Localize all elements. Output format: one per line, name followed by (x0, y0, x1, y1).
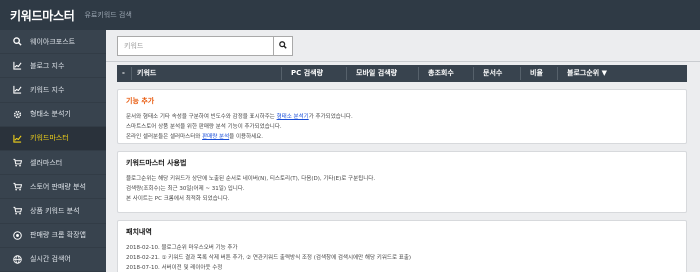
divider (106, 61, 700, 62)
column-separator (473, 67, 474, 80)
sidebar-item-morpheme-analyzer[interactable]: 형태소 분석기 (0, 103, 106, 127)
card-title: 키워드마스터 사용법 (126, 159, 187, 167)
search-input[interactable] (117, 36, 273, 56)
column-separator (281, 67, 282, 80)
results-table-header: - 키워드 PC 검색량 모바일 검색량 총조회수 문서수 비율 블로그순위 ▼ (117, 65, 687, 82)
notice-text: 문서와 형태소 기타 속성을 구분하여 빈도수와 감정을 표시하주는 (126, 114, 277, 120)
patch-notes-card: 패치내역 2018-02-10. 블로그순위 마우스오버 기능 추가 2018-… (117, 220, 687, 272)
column-separator (418, 67, 419, 80)
sidebar-item-seller-master[interactable]: 셀러마스터 (0, 151, 106, 176)
sidebar-item-keyword-master[interactable]: 키워드마스터 (0, 126, 106, 151)
app-subtitle: 유료키워드 검색 (84, 11, 132, 19)
sidebar-item-label: 셀러마스터 (30, 158, 63, 167)
column-header-total-views[interactable]: 총조회수 (428, 65, 454, 82)
sidebar-item-store-sales[interactable]: 스토어 판매량 분석 (0, 175, 106, 200)
chart-icon (12, 85, 22, 95)
patch-line: 2018-02-10. 블로그순위 마우스오버 기능 추가 (126, 245, 238, 251)
sidebar-item-webpost[interactable]: 웨이아크포스트 (0, 30, 106, 55)
chrome-icon (12, 230, 22, 240)
sidebar-item-label: 블로그 지수 (30, 61, 65, 70)
search-button[interactable] (273, 36, 293, 56)
search-icon (12, 37, 22, 47)
cart-icon (12, 158, 22, 168)
column-header-pc-volume[interactable]: PC 검색량 (291, 65, 323, 82)
sidebar-item-product-keyword[interactable]: 상품 키워드 분석 (0, 199, 106, 224)
usage-line: 검색량(조회수)는 최근 30일(어제 ~ 31일) 입니다. (126, 186, 245, 192)
notice-line: 온라인 셀러분들은 셀러마스터와 판매량 분석을 이용하세요. (126, 132, 678, 142)
column-header-blog-rank[interactable]: 블로그순위 ▼ (567, 65, 607, 82)
sidebar-item-label: 실시간 검색어 (30, 255, 71, 264)
cart-icon (12, 206, 22, 216)
sales-analysis-link[interactable]: 판매량 분석 (202, 134, 229, 140)
card-title: 패치내역 (126, 228, 152, 236)
patch-line: 2018-02-21. ① 키워드 결과 목록 삭제 버튼 추가, ② 연관키워… (126, 255, 412, 261)
usage-line: 블로그순위는 해당 키워드가 상단에 노출된 순서로 네이버(N), 티스토리(… (126, 176, 376, 182)
sidebar-item-blog-index[interactable]: 블로그 지수 (0, 54, 106, 79)
search-icon (279, 41, 287, 51)
column-header-dash: - (122, 69, 125, 77)
keyword-search (117, 36, 293, 56)
sidebar-item-label: 키워드 지수 (30, 85, 65, 94)
notice-text: 을 이용하세요. (229, 134, 264, 140)
column-header-doc-count[interactable]: 문서수 (483, 65, 502, 82)
notice-text: 가 추가되었습니다. (308, 114, 353, 120)
column-header-ratio[interactable]: 비율 (530, 65, 543, 82)
sidebar: 웨이아크포스트 블로그 지수 키워드 지수 형태소 분석기 키워드마스터 셀러마… (0, 30, 106, 272)
main-content: - 키워드 PC 검색량 모바일 검색량 총조회수 문서수 비율 블로그순위 ▼… (106, 30, 700, 272)
app-logo[interactable]: 키워드마스터 (10, 7, 75, 24)
column-separator (131, 67, 132, 80)
sidebar-item-label: 판매량 크롬 확장앱 (30, 231, 86, 240)
morpheme-analyzer-link[interactable]: 형태소 분석기 (277, 114, 309, 120)
sidebar-item-label: 웨이아크포스트 (30, 37, 76, 46)
globe-icon (12, 254, 22, 264)
column-separator (520, 67, 521, 80)
notice-text: 온라인 셀러분들은 셀러마스터와 (126, 134, 203, 140)
card-title: 기능 추가 (126, 97, 155, 105)
usage-line: 본 사이트는 PC 크롬에서 최적화 되었습니다. (126, 196, 230, 202)
gear-icon (12, 109, 22, 119)
chart-icon (12, 61, 22, 71)
column-header-mobile-volume[interactable]: 모바일 검색량 (356, 65, 397, 82)
sidebar-item-label: 상품 키워드 분석 (30, 206, 80, 215)
sidebar-item-keyword-index[interactable]: 키워드 지수 (0, 78, 106, 103)
patch-line: 2018-07-10. 서버이전 및 레이아웃 수정 (126, 265, 223, 271)
sidebar-item-chrome-extension[interactable]: 판매량 크롬 확장앱 (0, 224, 106, 248)
top-bar: 키워드마스터 유료키워드 검색 (0, 0, 700, 30)
sidebar-item-label: 형태소 분석기 (30, 110, 71, 119)
sidebar-item-label: 키워드마스터 (30, 134, 69, 143)
column-separator (557, 67, 558, 80)
usage-guide-card: 키워드마스터 사용법 블로그순위는 해당 키워드가 상단에 노출된 순서로 네이… (117, 151, 687, 213)
cart-icon (12, 182, 22, 192)
sidebar-item-realtime-search[interactable]: 실시간 검색어 (0, 248, 106, 272)
chart-icon (12, 133, 22, 143)
sidebar-item-label: 스토어 판매량 분석 (30, 182, 86, 191)
notice-line: 문서와 형태소 기타 속성을 구분하여 빈도수와 감정을 표시하주는 형태소 분… (126, 112, 678, 122)
feature-notice-card: 기능 추가 문서와 형태소 기타 속성을 구분하여 빈도수와 감정을 표시하주는… (117, 89, 687, 144)
notice-line: 스마트스토어 상품 분석을 위한 판매량 분석 기능이 추가되었습니다. (126, 124, 282, 130)
column-separator (346, 67, 347, 80)
column-header-keyword[interactable]: 키워드 (137, 65, 156, 82)
